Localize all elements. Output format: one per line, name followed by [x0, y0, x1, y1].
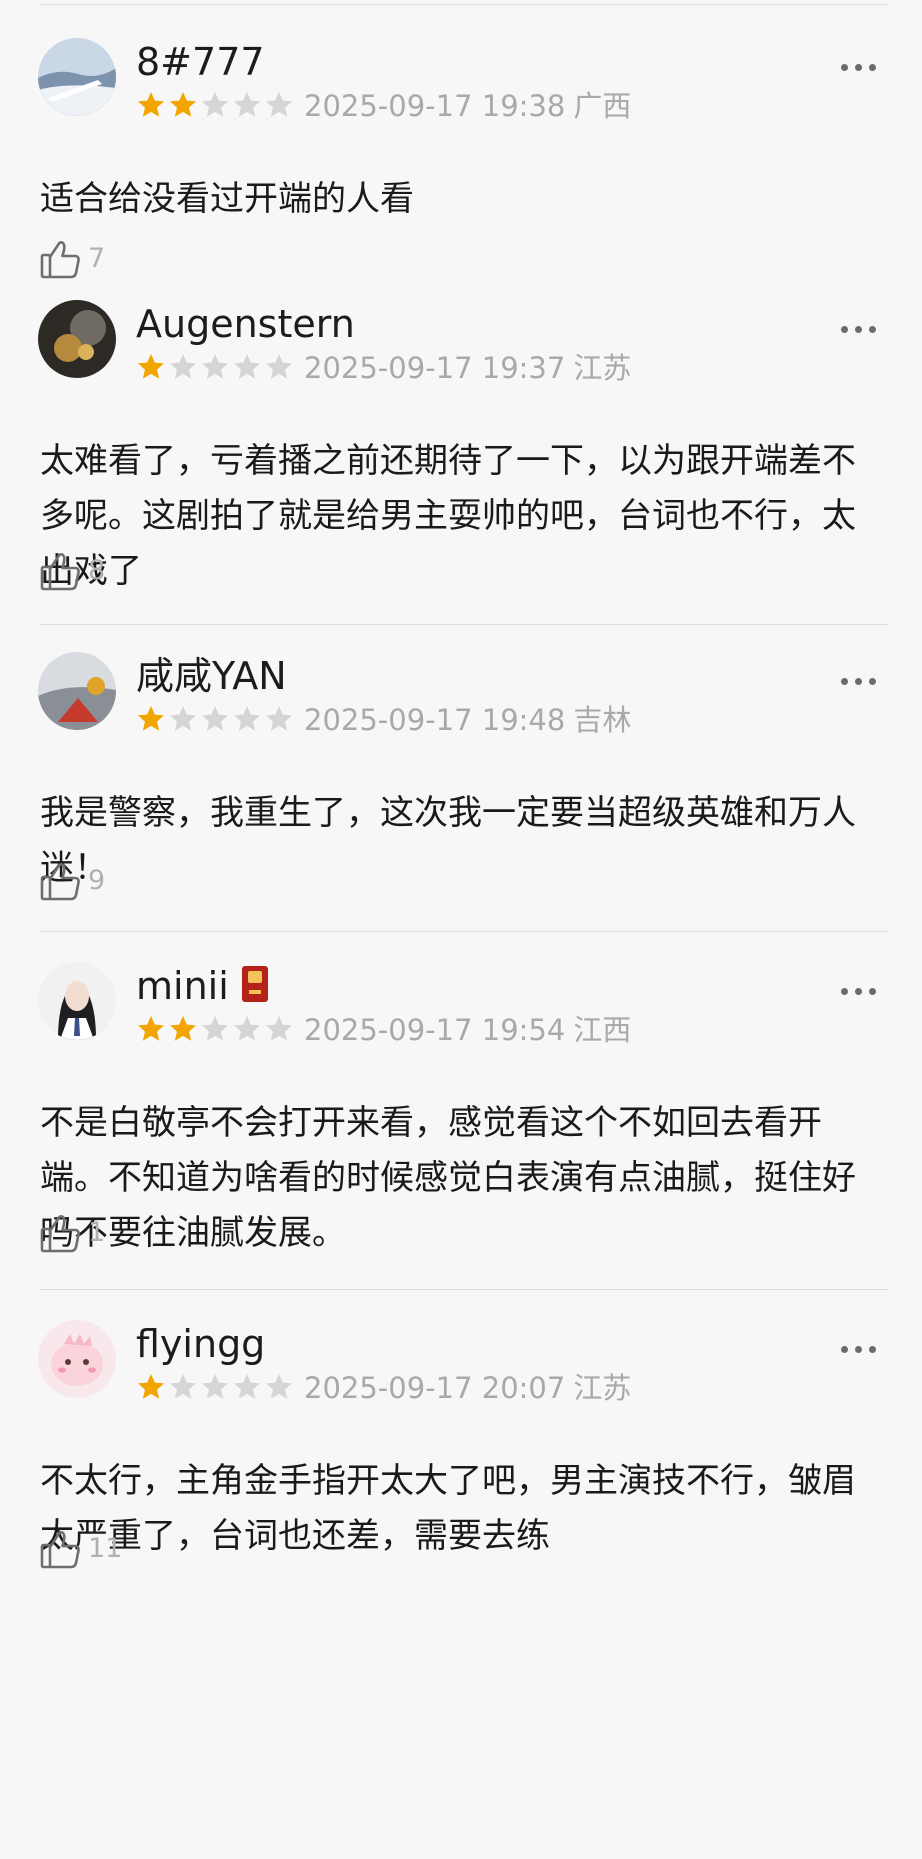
thumbs-up-icon [38, 548, 84, 594]
star-icon [136, 352, 166, 382]
star-icon [136, 1014, 166, 1044]
avatar[interactable] [38, 300, 116, 378]
divider [40, 931, 888, 932]
avatar[interactable] [38, 962, 116, 1040]
star-rating [136, 352, 294, 382]
more-dots-icon[interactable] [841, 1346, 876, 1353]
star-icon [136, 90, 166, 120]
like-count: 11 [88, 1533, 123, 1564]
username[interactable]: 咸咸YAN [136, 654, 287, 698]
star-icon [200, 704, 230, 734]
review-text: 不是白敬亭不会打开来看，感觉看这个不如回去看开端。不知道为啥看的时候感觉白表演有… [40, 1103, 856, 1253]
like-count: 7 [88, 243, 106, 274]
more-dots-icon[interactable] [841, 326, 876, 333]
review-text: 适合给没看过开端的人看 [40, 179, 414, 219]
avatar[interactable] [38, 652, 116, 730]
review-meta: 2025-09-17 19:48 吉林 [304, 702, 631, 738]
username[interactable]: Augenstern [136, 302, 355, 346]
review-meta: 2025-09-17 19:37 江苏 [304, 350, 631, 386]
star-icon [264, 90, 294, 120]
review-location: 江苏 [573, 1371, 632, 1405]
like-button[interactable]: 1 [38, 1210, 105, 1256]
username[interactable]: minii [136, 964, 229, 1008]
review-meta: 2025-09-17 19:38 广西 [304, 88, 631, 124]
star-icon [200, 1014, 230, 1044]
review-date: 2025-09-17 19:37 [304, 351, 566, 385]
star-icon [264, 352, 294, 382]
like-button[interactable]: 7 [38, 236, 105, 282]
review-text: 太难看了，亏着播之前还期待了一下，以为跟开端差不多呢。这剧拍了就是给男主耍帅的吧… [40, 441, 856, 591]
star-icon [264, 1014, 294, 1044]
thumbs-up-icon [38, 858, 84, 904]
review-location: 江西 [573, 1013, 632, 1047]
review-date: 2025-09-17 19:38 [304, 89, 566, 123]
star-icon [168, 1014, 198, 1044]
star-icon [232, 1014, 262, 1044]
review-date: 2025-09-17 20:07 [304, 1371, 566, 1405]
star-icon [232, 1372, 262, 1402]
star-icon [200, 352, 230, 382]
star-icon [200, 90, 230, 120]
username[interactable]: flyingg [136, 1322, 265, 1366]
review-location: 吉林 [573, 703, 632, 737]
like-count: 9 [88, 865, 106, 896]
review-text: 我是警察，我重生了，这次我一定要当超级英雄和万人迷！ [40, 793, 856, 888]
more-dots-icon[interactable] [841, 678, 876, 685]
thumbs-up-icon [38, 236, 84, 282]
star-icon [168, 352, 198, 382]
more-dots-icon[interactable] [841, 988, 876, 995]
star-icon [168, 1372, 198, 1402]
divider [40, 1289, 888, 1290]
divider [40, 4, 888, 5]
star-icon [168, 90, 198, 120]
thumbs-up-icon [38, 1210, 84, 1256]
review-meta: 2025-09-17 19:54 江西 [304, 1012, 631, 1048]
medal-badge-icon [242, 966, 268, 1002]
review-meta: 2025-09-17 20:07 江苏 [304, 1370, 631, 1406]
star-icon [232, 704, 262, 734]
review-list: 8#777 2025-09-17 19:38 广西 适合给没看过开端的人看 7 A… [0, 0, 922, 1859]
like-button[interactable]: 9 [38, 858, 105, 904]
star-rating [136, 704, 294, 734]
more-dots-icon[interactable] [841, 64, 876, 71]
star-icon [136, 704, 166, 734]
star-icon [264, 1372, 294, 1402]
review-text: 不太行，主角金手指开太大了吧，男主演技不行，皱眉太严重了，台词也还差，需要去练 [40, 1461, 856, 1556]
divider [40, 624, 888, 625]
like-count: 8 [88, 555, 106, 586]
review-date: 2025-09-17 19:54 [304, 1013, 566, 1047]
star-rating [136, 1372, 294, 1402]
avatar[interactable] [38, 38, 116, 116]
star-icon [136, 1372, 166, 1402]
star-icon [264, 704, 294, 734]
like-button[interactable]: 11 [38, 1526, 122, 1572]
star-rating [136, 1014, 294, 1044]
review-date: 2025-09-17 19:48 [304, 703, 566, 737]
avatar[interactable] [38, 1320, 116, 1398]
thumbs-up-icon [38, 1526, 84, 1572]
username[interactable]: 8#777 [136, 40, 265, 84]
review-location: 江苏 [573, 351, 632, 385]
star-icon [168, 704, 198, 734]
star-icon [232, 352, 262, 382]
like-count: 1 [88, 1217, 106, 1248]
review-location: 广西 [573, 89, 632, 123]
like-button[interactable]: 8 [38, 548, 105, 594]
star-icon [232, 90, 262, 120]
star-icon [200, 1372, 230, 1402]
star-rating [136, 90, 294, 120]
